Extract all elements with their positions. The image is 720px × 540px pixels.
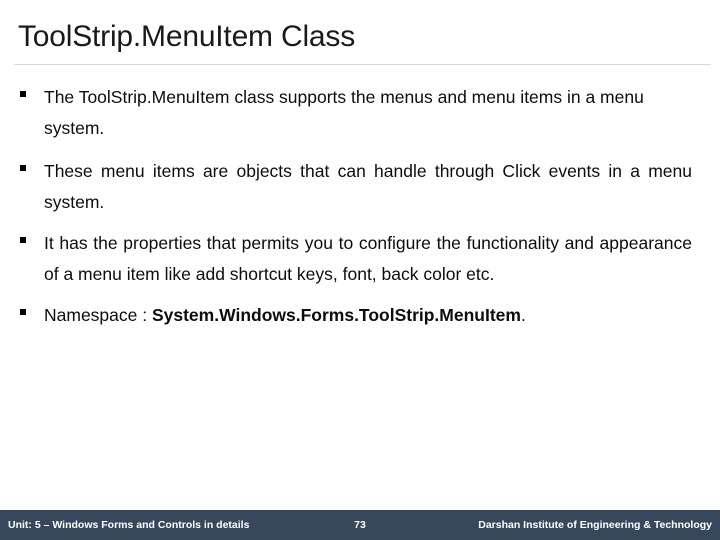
namespace-label: Namespace : [44, 305, 152, 325]
square-bullet-icon [20, 309, 26, 315]
square-bullet-icon [20, 237, 26, 243]
list-item-text: These menu items are objects that can ha… [44, 161, 692, 212]
slide-canvas: ToolStrip.MenuItem Class The ToolStrip.M… [0, 0, 720, 540]
slide-body: The ToolStrip.MenuItem class supports th… [18, 82, 694, 331]
namespace-value: System.Windows.Forms.ToolStrip.MenuItem [151, 305, 521, 325]
list-item-text: It has the properties that permits you t… [44, 233, 692, 284]
square-bullet-icon [20, 91, 26, 97]
list-item-text: The ToolStrip.MenuItem class supports th… [44, 87, 644, 138]
list-item: These menu items are objects that can ha… [18, 156, 694, 218]
list-item-text: Namespace : System.Windows.Forms.ToolStr… [44, 300, 692, 331]
list-item: Namespace : System.Windows.Forms.ToolStr… [18, 300, 694, 331]
list-item: The ToolStrip.MenuItem class supports th… [18, 82, 694, 144]
footer-institute-label: Darshan Institute of Engineering & Techn… [478, 519, 712, 531]
namespace-period: . [520, 305, 526, 325]
square-bullet-icon [20, 165, 26, 171]
slide-footer: Unit: 5 – Windows Forms and Controls in … [0, 510, 720, 540]
list-item: It has the properties that permits you t… [18, 228, 694, 290]
page-title: ToolStrip.MenuItem Class [18, 20, 355, 53]
title-divider [14, 64, 711, 65]
